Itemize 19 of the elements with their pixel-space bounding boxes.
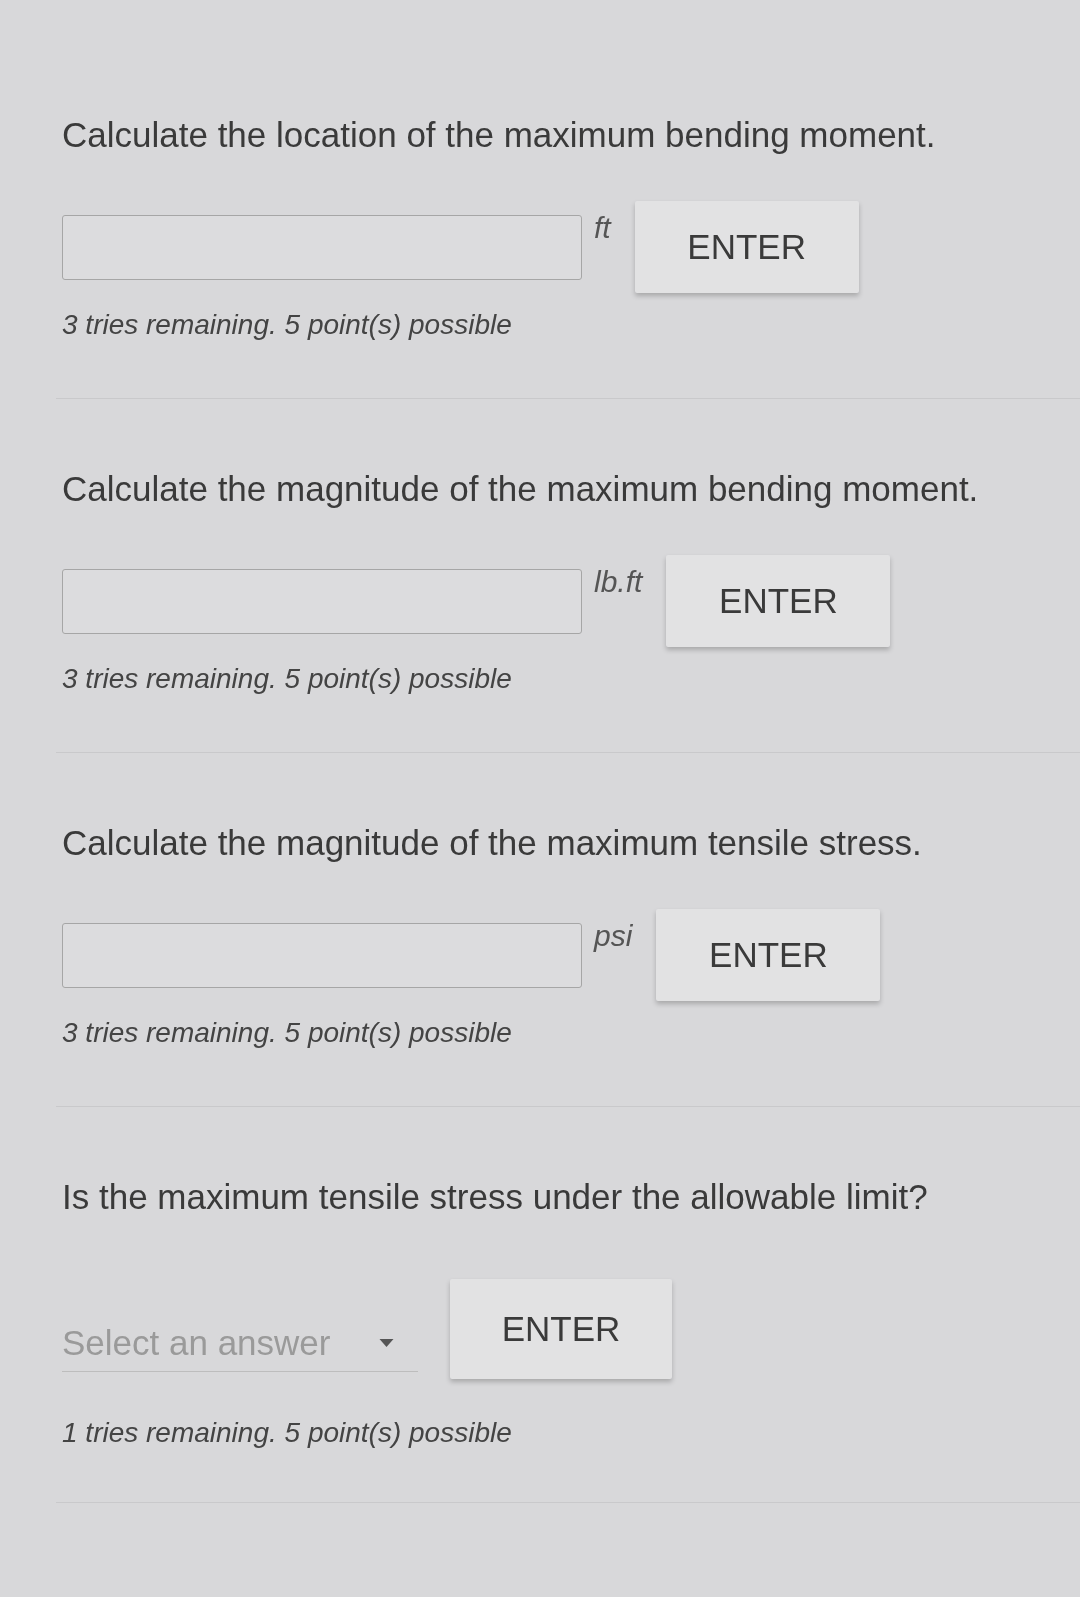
answer-input[interactable] (62, 568, 582, 634)
attempts-status: 3 tries remaining. 5 point(s) possible (62, 309, 512, 341)
enter-button[interactable]: ENTER (450, 1279, 672, 1379)
attempts-status: 3 tries remaining. 5 point(s) possible (62, 1017, 512, 1049)
enter-button[interactable]: ENTER (666, 555, 891, 647)
unit-label: ft (594, 211, 611, 245)
question-text: Calculate the location of the maximum bending moment. (62, 115, 936, 155)
question-text: Calculate the magnitude of the maximum tensile stress. (62, 823, 922, 863)
question-text: Calculate the magnitude of the maximum bending moment. (62, 469, 979, 509)
enter-button[interactable]: ENTER (634, 201, 859, 293)
caret-down-icon (379, 1338, 394, 1347)
question-text: Is the maximum tensile stress under the allowable limit? (62, 1177, 928, 1217)
enter-button[interactable]: ENTER (656, 909, 881, 1001)
answer-input[interactable] (62, 922, 582, 988)
attempts-status: 1 tries remaining. 5 point(s) possible (62, 1417, 512, 1449)
attempts-status: 3 tries remaining. 5 point(s) possible (62, 663, 512, 695)
unit-label: lb.ft (594, 565, 643, 599)
answer-input[interactable] (62, 214, 582, 280)
unit-label: psi (594, 919, 633, 953)
